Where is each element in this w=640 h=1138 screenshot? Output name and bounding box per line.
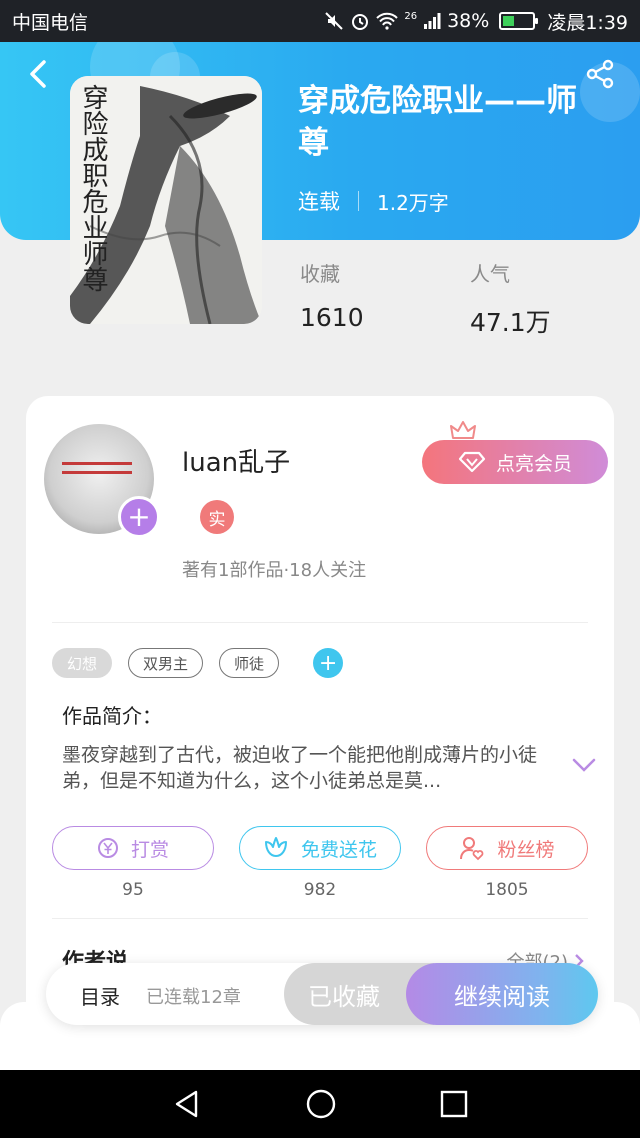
nav-home-icon[interactable]: [305, 1088, 337, 1120]
carrier-name: 中国电信: [12, 11, 89, 34]
flower-count: 982: [303, 880, 337, 900]
clock: 凌晨1:39: [547, 11, 628, 34]
network-type: 26: [404, 10, 418, 22]
status-icons: 26 38% 凌晨1:39: [324, 8, 628, 35]
fan-ranking-button[interactable]: 粉丝榜: [426, 826, 588, 870]
intro-label: 作品简介：: [62, 704, 162, 728]
alarm-icon: [350, 11, 370, 31]
verified-badge: 实: [200, 500, 234, 534]
chevron-down-icon[interactable]: [572, 758, 596, 772]
stat-value: 1610: [300, 303, 364, 332]
send-flower-label: 免费送花: [300, 838, 377, 861]
continue-reading-label: 继续阅读: [454, 982, 550, 1011]
word-count: 1.2万字: [377, 190, 449, 215]
coin-icon: [97, 838, 118, 858]
tag[interactable]: 双男主: [128, 648, 204, 678]
status-bar: 中国电信 26 38% 凌晨1:39: [0, 0, 640, 42]
back-button[interactable]: [20, 56, 56, 92]
continue-reading-button[interactable]: 继续阅读: [406, 963, 598, 1025]
diamond-icon: [458, 451, 486, 473]
reward-button[interactable]: 打赏: [52, 826, 214, 870]
vip-button[interactable]: 点亮会员: [422, 440, 608, 484]
nav-recents-icon[interactable]: [440, 1090, 468, 1118]
nav-back-icon[interactable]: [172, 1089, 202, 1119]
tag[interactable]: 师徒: [219, 648, 280, 678]
divider: [52, 918, 588, 919]
system-navigation-bar: [0, 1070, 640, 1138]
avatar-art: [62, 462, 132, 474]
send-flower-button[interactable]: 免费送花: [239, 826, 401, 870]
flower-icon: [264, 837, 287, 857]
serial-status: 连载: [298, 190, 340, 214]
book-cover[interactable]: 穿险成职危业师尊: [70, 76, 262, 324]
follow-author-button[interactable]: +: [118, 496, 160, 538]
book-meta: 连载 1.2万字: [298, 186, 449, 216]
reward-label: 打赏: [130, 838, 169, 861]
chevron-left-icon: [30, 60, 46, 88]
fan-count: 1805: [485, 880, 529, 900]
divider: [52, 622, 588, 623]
add-tag-button[interactable]: +: [313, 648, 344, 678]
stat-favorites: 收藏 1610: [300, 258, 364, 332]
user-heart-icon: [460, 837, 484, 861]
intro-text[interactable]: 墨夜穿越到了古代，被迫收了一个能把他削成薄片的小徒弟，但是不知道为什么，这个小徒…: [62, 742, 542, 794]
crown-icon: [450, 421, 476, 439]
vip-button-label: 点亮会员: [495, 452, 572, 475]
fan-ranking-label: 粉丝榜: [497, 838, 555, 861]
wifi-icon: [376, 12, 399, 30]
battery-icon: [499, 12, 539, 30]
reward-count: 95: [122, 880, 144, 900]
stat-label: 收藏: [300, 262, 340, 286]
tag[interactable]: 幻想: [52, 648, 113, 678]
cover-title-text: 穿险成职危业师尊: [78, 84, 108, 292]
collected-label: 已收藏: [308, 982, 380, 1011]
stat-label: 人气: [470, 262, 510, 286]
bottom-action-bar: 目录 已连载12章 已收藏 继续阅读: [46, 963, 598, 1025]
table-of-contents-button[interactable]: 目录: [80, 981, 120, 1010]
mute-icon: [324, 11, 344, 31]
book-title: 穿成危险职业——师尊: [298, 83, 577, 161]
tag-list: 幻想 双男主 师徒 +: [52, 648, 344, 678]
meta-divider: [358, 191, 359, 211]
chapter-status: 已连载12章: [146, 987, 241, 1008]
author-works-info: 著有1部作品·18人关注: [182, 560, 367, 581]
author-name[interactable]: luan乱子: [182, 442, 290, 479]
stat-value: 47.1万: [470, 308, 551, 337]
stat-popularity: 人气 47.1万: [470, 258, 551, 339]
signal-icon: [423, 12, 441, 30]
battery-percent: 38%: [447, 10, 490, 32]
